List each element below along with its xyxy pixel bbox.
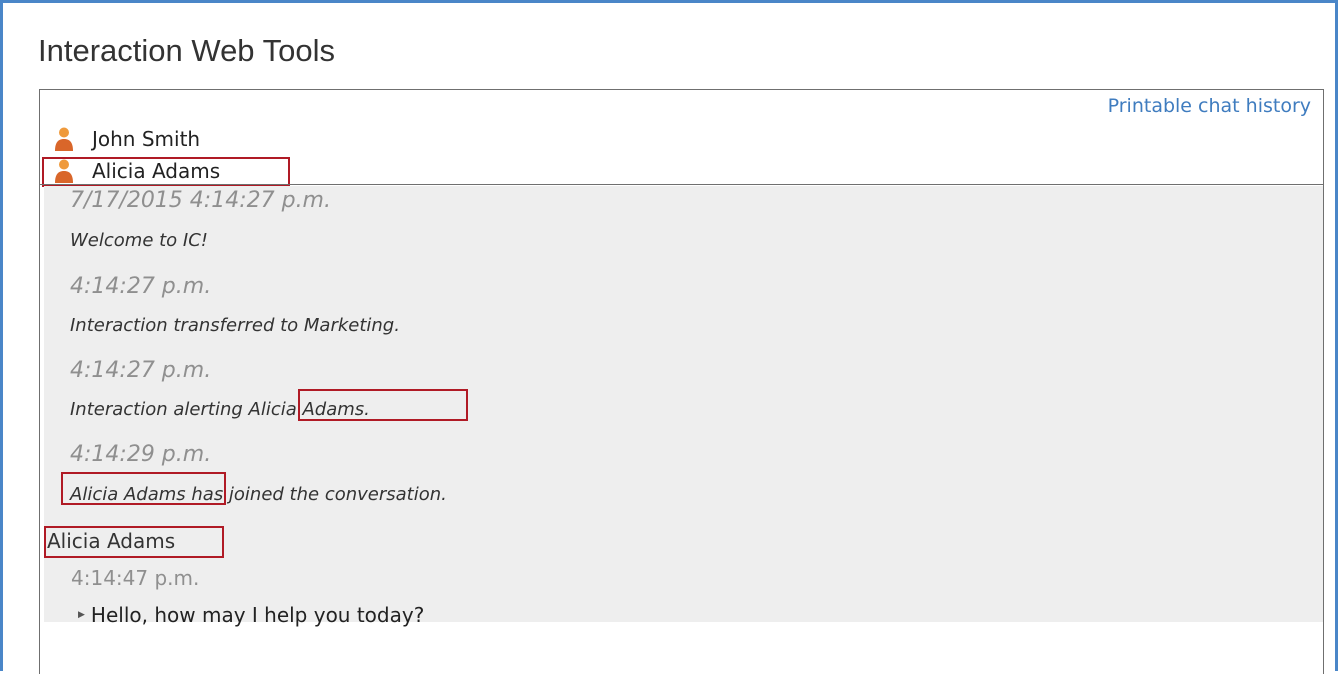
participant-name: Alicia Adams	[92, 159, 221, 183]
person-icon	[55, 159, 73, 183]
message-sender-name: Alicia Adams	[47, 529, 176, 553]
message-suffix: has joined the conversation.	[185, 484, 447, 505]
app-window: Interaction Web Tools Printable chat his…	[0, 0, 1338, 674]
highlighted-name: Alicia Adams.	[248, 399, 370, 420]
system-message-timestamp: 7/17/2015 4:14:27 p.m.	[70, 188, 331, 213]
participant-alicia-adams: Alicia Adams	[54, 158, 220, 184]
person-icon	[55, 127, 73, 151]
chat-panel: Printable chat history John Smith Alicia…	[39, 89, 1324, 674]
agent-message-text: Hello, how may I help you today?	[90, 603, 425, 627]
system-message-timestamp: 4:14:27 p.m.	[70, 274, 212, 299]
message-timestamp: 4:14:47 p.m.	[71, 566, 200, 590]
system-messages-area: 7/17/2015 4:14:27 p.m. Welcome to IC! 4:…	[44, 186, 1323, 622]
system-message-text: Alicia Adams has joined the conversation…	[70, 484, 447, 505]
participants-divider	[40, 184, 1323, 185]
system-message-text: Interaction alerting Alicia Adams.	[70, 399, 370, 420]
system-message-timestamp: 4:14:27 p.m.	[70, 358, 212, 383]
triangle-bullet-icon: ▶	[78, 610, 85, 620]
system-message-text: Welcome to IC!	[70, 230, 208, 251]
system-message-text: Interaction transferred to Marketing.	[70, 315, 400, 336]
highlighted-name: Alicia Adams	[70, 484, 186, 505]
app-title: Interaction Web Tools	[38, 33, 335, 68]
agent-message: ▶ Hello, how may I help you today?	[78, 603, 424, 627]
participant-john-smith: John Smith	[54, 126, 200, 152]
message-prefix: Interaction alerting	[70, 399, 249, 420]
system-message-timestamp: 4:14:29 p.m.	[70, 442, 212, 467]
participant-name: John Smith	[92, 127, 201, 151]
printable-chat-history-link[interactable]: Printable chat history	[1108, 95, 1311, 117]
